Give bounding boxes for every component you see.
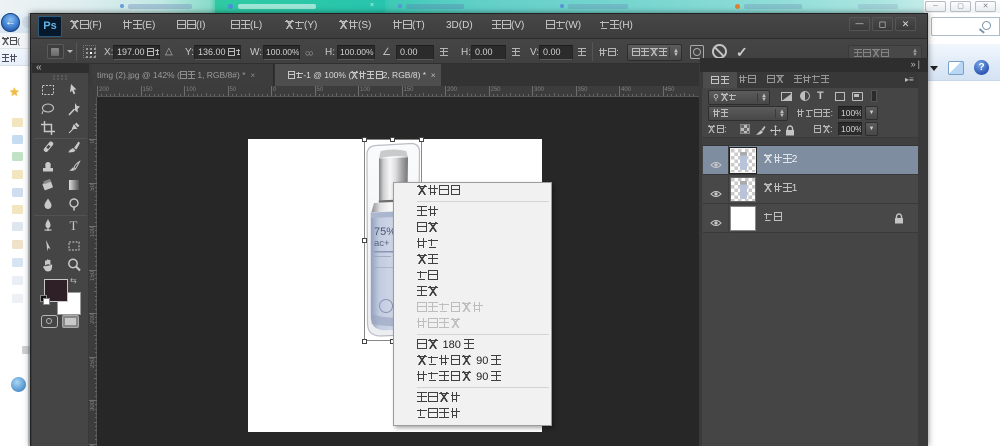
svg-text:T: T (70, 218, 78, 233)
